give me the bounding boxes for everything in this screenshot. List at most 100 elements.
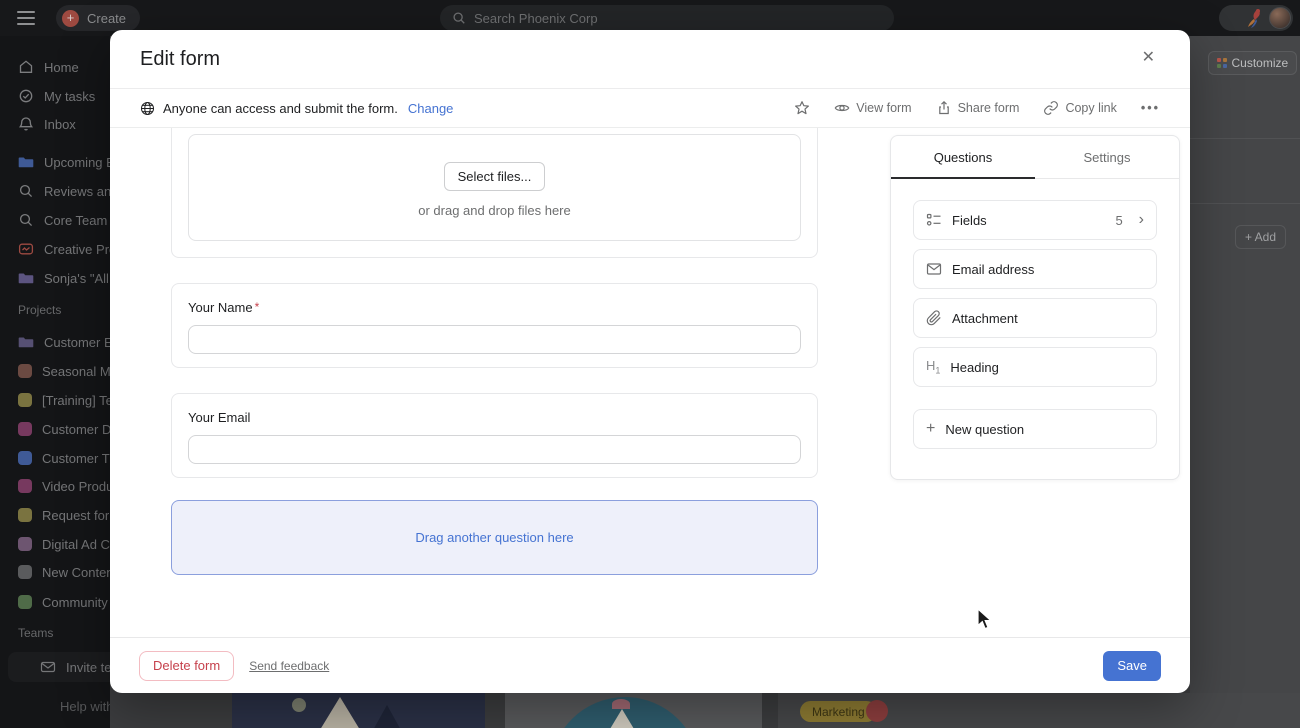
sidebar-project[interactable]: New Conten [0, 562, 110, 582]
portfolio-icon [18, 241, 34, 257]
help-link[interactable]: Help with Asana [60, 699, 110, 714]
home-icon [18, 59, 34, 75]
panel-tabs: Questions Settings [891, 136, 1179, 179]
sidebar: Home My tasks Inbox Upcoming E Reviews a… [0, 36, 110, 728]
envelope-icon [926, 261, 942, 277]
tab-settings[interactable]: Settings [1035, 136, 1179, 178]
modal-title: Edit form [140, 48, 220, 71]
panel-item-fields[interactable]: Fields 5 › [913, 200, 1157, 240]
page-background-bottom: Marketing [110, 693, 1300, 728]
sidebar-project[interactable]: Customer T [0, 448, 110, 468]
project-color-dot [18, 479, 32, 493]
mountain-shape [312, 697, 368, 728]
sidebar-project[interactable]: Community [0, 592, 110, 612]
add-button[interactable]: + Add [1235, 225, 1286, 249]
fields-icon [926, 212, 942, 228]
edit-form-modal: Edit form ✕ Anyone can access and submit… [110, 30, 1190, 693]
customize-grid-icon [1217, 58, 1227, 68]
required-asterisk: * [255, 300, 260, 314]
mountain-cap-shape [612, 699, 630, 709]
folder-icon [18, 334, 34, 350]
project-color-dot [18, 595, 32, 609]
hamburger-menu-icon[interactable] [17, 11, 35, 25]
search-icon [18, 212, 34, 228]
drag-question-dropzone[interactable]: Drag another question here [171, 500, 818, 575]
board-card-illustration [232, 693, 485, 728]
question-card-name[interactable]: Your Name* [171, 283, 818, 368]
question-card-attachment[interactable]: Select files... or drag and drop files h… [171, 128, 818, 258]
sidebar-item-my-tasks[interactable]: My tasks [0, 86, 110, 106]
projects-section-header: Projects [18, 303, 61, 317]
mountain-shape [592, 709, 652, 728]
phoenix-logo-icon [1245, 7, 1265, 29]
more-options-icon[interactable]: ••• [1141, 101, 1160, 115]
fields-count: 5 [1115, 213, 1122, 228]
sidebar-project[interactable]: Seasonal Ma [0, 361, 110, 381]
select-files-button[interactable]: Select files... [444, 162, 546, 191]
search-icon [452, 11, 466, 25]
delete-form-button[interactable]: Delete form [139, 651, 234, 681]
chevron-right-icon: › [1139, 212, 1144, 228]
board-card: Marketing [778, 693, 1300, 728]
project-color-dot [18, 451, 32, 465]
user-menu[interactable] [1219, 5, 1293, 31]
sidebar-item-home[interactable]: Home [0, 57, 110, 77]
project-color-dot [18, 565, 32, 579]
sidebar-project[interactable]: Video Produ [0, 476, 110, 496]
modal-header: Edit form ✕ [110, 30, 1190, 89]
close-icon[interactable]: ✕ [1142, 50, 1155, 66]
app-root: + Create Search Phoenix Corp Home My tas… [0, 0, 1300, 728]
sidebar-item-core-team[interactable]: Core Team V [0, 210, 110, 230]
name-input[interactable] [188, 325, 801, 354]
change-access-link[interactable]: Change [408, 101, 454, 116]
customize-button[interactable]: Customize [1208, 51, 1297, 75]
panel-item-heading[interactable]: H1 Heading [913, 347, 1157, 387]
page-background-right: Customize + Add [1190, 36, 1300, 693]
folder-icon [18, 154, 34, 170]
teams-section-header: Teams [18, 626, 53, 640]
plus-icon: + [62, 10, 79, 27]
sidebar-item-inbox[interactable]: Inbox [0, 114, 110, 134]
save-button[interactable]: Save [1103, 651, 1161, 681]
paperclip-icon [926, 310, 942, 326]
modal-body: Select files... or drag and drop files h… [110, 128, 1190, 637]
sidebar-project[interactable]: Digital Ad C [0, 534, 110, 554]
sidebar-project[interactable]: Customer D [0, 419, 110, 439]
email-input[interactable] [188, 435, 801, 464]
red-avatar-peek [866, 700, 888, 722]
invite-teammates-button[interactable]: Invite te [8, 652, 110, 682]
question-label: Your Email [188, 410, 250, 425]
sidebar-item-upcoming[interactable]: Upcoming E [0, 152, 110, 172]
row-divider [1190, 203, 1300, 204]
project-color-dot [18, 364, 32, 378]
search-input[interactable]: Search Phoenix Corp [440, 5, 894, 31]
copy-link-button[interactable]: Copy link [1043, 100, 1116, 116]
form-scroll-area[interactable]: Select files... or drag and drop files h… [110, 128, 890, 637]
questions-panel: Questions Settings Fields 5 › Email addr… [890, 135, 1180, 480]
new-question-button[interactable]: + New question [913, 409, 1157, 449]
view-form-button[interactable]: View form [834, 100, 911, 116]
sidebar-project[interactable]: Customer E [0, 332, 110, 352]
send-feedback-link[interactable]: Send feedback [249, 659, 329, 673]
heading-icon: H1 [926, 358, 940, 376]
question-card-email[interactable]: Your Email [171, 393, 818, 478]
panel-item-attachment[interactable]: Attachment [913, 298, 1157, 338]
star-button[interactable] [794, 100, 810, 116]
access-bar: Anyone can access and submit the form. C… [110, 89, 1190, 128]
plus-icon: + [926, 421, 935, 437]
sidebar-project[interactable]: [Training] Te [0, 390, 110, 410]
sidebar-item-sonjas[interactable]: Sonja's "All [0, 268, 110, 288]
panel-item-email-address[interactable]: Email address [913, 249, 1157, 289]
sidebar-item-creative[interactable]: Creative Pro [0, 239, 110, 259]
search-icon [18, 183, 34, 199]
sidebar-project[interactable]: Request for [0, 505, 110, 525]
share-form-button[interactable]: Share form [936, 100, 1020, 116]
sidebar-item-reviews[interactable]: Reviews and [0, 181, 110, 201]
mouse-cursor [976, 608, 993, 630]
tab-questions[interactable]: Questions [891, 136, 1035, 178]
file-drop-area[interactable]: Select files... or drag and drop files h… [188, 134, 801, 241]
mountain-shape [367, 705, 407, 728]
check-circle-icon [18, 88, 34, 104]
create-button[interactable]: + Create [56, 5, 140, 31]
question-label: Your Name [188, 300, 253, 315]
